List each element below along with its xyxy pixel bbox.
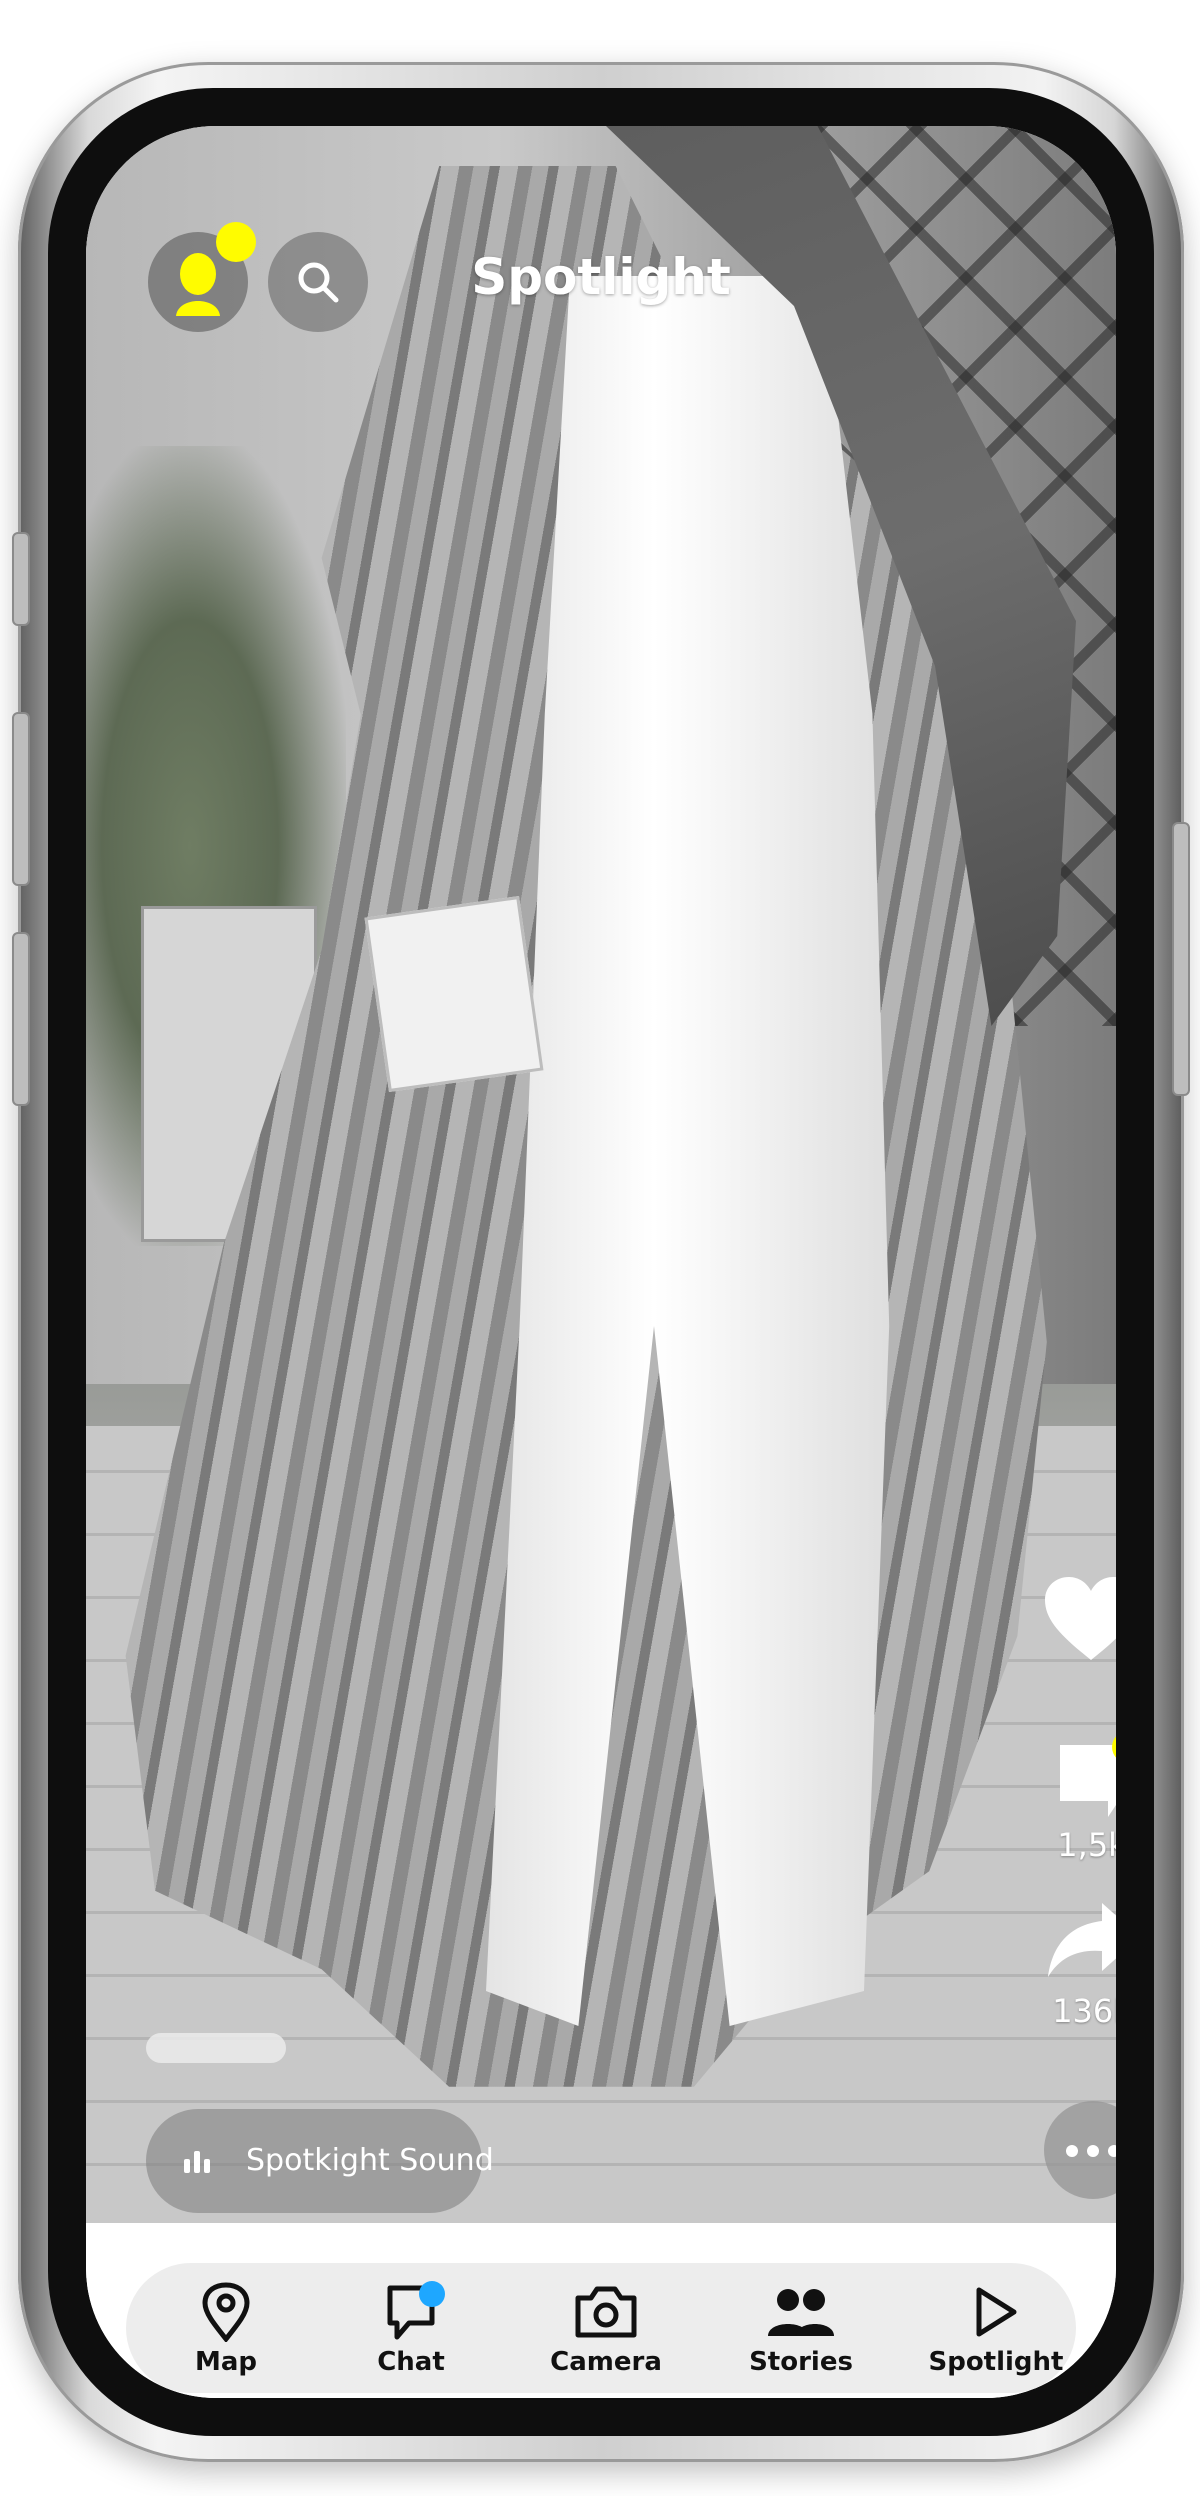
nav-item-map[interactable]: Map — [146, 2281, 306, 2377]
sound-button[interactable]: Spotkight Sound — [146, 2109, 494, 2213]
stories-icon — [768, 2289, 834, 2336]
bottom-navigation: Map Chat Camera Stories Spotlight — [86, 2223, 1116, 2398]
volume-up-button — [12, 712, 30, 886]
volume-down-button — [12, 932, 30, 1106]
nav-item-camera[interactable]: Camera — [526, 2281, 686, 2377]
more-dot-icon — [1066, 2145, 1078, 2157]
sound-bars-icon — [184, 2149, 214, 2173]
comment-count: 1,5k — [1057, 1826, 1116, 1864]
nav-bar: Map Chat Camera Stories Spotlight — [126, 2263, 1076, 2393]
phone-frame: Spotlight 1,5k 136k — [12, 62, 1190, 2462]
model-clutch — [364, 896, 544, 1092]
share-arrow-icon — [1048, 1903, 1116, 1977]
more-dot-icon — [1087, 2145, 1099, 2157]
comment-button[interactable] — [1052, 1731, 1116, 1821]
camera-icon — [575, 2286, 637, 2338]
nav-label: Map — [194, 2347, 258, 2377]
mute-switch — [12, 532, 30, 626]
sound-label: Spotkight Sound — [246, 2143, 494, 2178]
notification-dot — [419, 2281, 445, 2307]
nav-item-chat[interactable]: Chat — [331, 2281, 491, 2377]
nav-label: Chat — [377, 2347, 445, 2377]
share-button[interactable] — [1044, 1901, 1116, 1981]
heart-icon — [1045, 1577, 1116, 1660]
nav-label: Stories — [749, 2347, 853, 2377]
nav-item-stories[interactable]: Stories — [721, 2281, 881, 2377]
nav-label: Spotlight — [928, 2347, 1064, 2377]
more-dot-icon — [1108, 2145, 1116, 2157]
page-title: Spotlight — [471, 248, 731, 306]
power-button — [1172, 822, 1190, 1096]
nav-label: Camera — [550, 2347, 662, 2377]
phone-bezel: Spotlight 1,5k 136k — [48, 88, 1154, 2436]
video-progress-bar[interactable] — [146, 2033, 286, 2063]
play-icon — [976, 2287, 1017, 2337]
map-pin-icon — [202, 2282, 250, 2342]
share-count: 136k — [1052, 1992, 1116, 2030]
like-button[interactable] — [1041, 1574, 1116, 1664]
spotlight-video[interactable] — [86, 126, 1116, 2223]
comment-icon — [1060, 1745, 1116, 1817]
nav-item-spotlight[interactable]: Spotlight — [916, 2281, 1076, 2377]
screen: Spotlight 1,5k 136k — [86, 126, 1116, 2398]
